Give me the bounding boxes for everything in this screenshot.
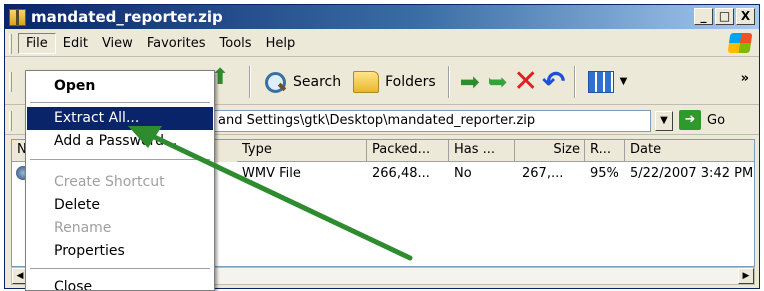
column-has-password[interactable]: Has ... xyxy=(449,140,515,162)
menu-separator xyxy=(30,159,210,160)
folders-button[interactable]: Folders xyxy=(347,65,442,99)
close-button[interactable]: X xyxy=(736,8,755,25)
move-to-icon[interactable]: ➡ xyxy=(456,68,484,96)
menu-tools[interactable]: Tools xyxy=(213,34,259,53)
folders-icon xyxy=(353,70,380,93)
cell-packed: 266,48... xyxy=(372,166,430,181)
go-button[interactable]: ➜ Go xyxy=(679,110,725,130)
undo-icon[interactable]: ↶ xyxy=(540,65,568,98)
search-label: Search xyxy=(293,73,342,90)
copy-to-icon[interactable]: ➥ xyxy=(484,68,512,96)
address-input[interactable]: and Settings\gtk\Desktop\mandated_report… xyxy=(213,110,651,132)
chevron-down-icon: ▼ xyxy=(619,76,628,87)
menu-item-open[interactable]: Open xyxy=(27,75,213,98)
views-icon xyxy=(587,70,614,93)
zip-folder-icon xyxy=(9,8,26,26)
minimize-button[interactable]: _ xyxy=(694,8,713,25)
cell-ratio: 95% xyxy=(590,166,619,181)
toolbar-overflow-button[interactable]: » xyxy=(741,71,749,86)
menu-item-add-password[interactable]: Add a Password... xyxy=(27,130,213,153)
toolbar-separator xyxy=(249,65,251,98)
menu-help[interactable]: Help xyxy=(259,34,303,53)
go-arrow-icon: ➜ xyxy=(679,110,701,130)
menu-item-close[interactable]: Close xyxy=(27,276,213,290)
views-button[interactable]: ▼ xyxy=(582,65,634,99)
menu-file[interactable]: File xyxy=(18,33,56,54)
window-controls: _ □ X xyxy=(694,8,755,25)
menu-edit[interactable]: Edit xyxy=(56,34,95,53)
window-title: mandated_reporter.zip xyxy=(31,8,223,26)
menu-item-create-shortcut: Create Shortcut xyxy=(54,174,165,190)
menu-item-rename: Rename xyxy=(54,220,112,236)
menu-item-properties[interactable]: Properties xyxy=(27,240,213,263)
menu-separator xyxy=(30,102,210,103)
folders-label: Folders xyxy=(385,73,436,90)
column-size[interactable]: Size xyxy=(515,140,585,162)
toolbar-separator xyxy=(573,65,576,98)
cell-has-password: No xyxy=(454,166,472,181)
column-date[interactable]: Date xyxy=(625,140,754,162)
menu-favorites[interactable]: Favorites xyxy=(140,34,213,53)
cell-date: 5/22/2007 3:42 PM xyxy=(630,166,754,181)
windows-logo-icon xyxy=(727,33,753,53)
go-label: Go xyxy=(707,112,726,128)
menu-grip[interactable] xyxy=(9,33,12,54)
menu-bar: File Edit View Favorites Tools Help xyxy=(5,31,759,57)
search-button[interactable]: Search xyxy=(257,65,347,99)
menu-item-extract-all[interactable]: Extract All... xyxy=(27,107,213,130)
address-grip[interactable] xyxy=(9,110,12,131)
search-icon xyxy=(263,70,287,94)
menu-item-delete[interactable]: Delete xyxy=(27,194,213,217)
maximize-button[interactable]: □ xyxy=(715,8,734,25)
file-menu-dropdown: Open Extract All... Add a Password... Cr… xyxy=(25,70,215,291)
toolbar-grip[interactable] xyxy=(9,71,12,92)
column-packed[interactable]: Packed... xyxy=(367,140,449,162)
scroll-right-arrow-icon[interactable]: ▶ xyxy=(738,268,754,284)
title-bar[interactable]: mandated_reporter.zip _ □ X xyxy=(5,5,759,29)
address-dropdown-button[interactable]: ▼ xyxy=(655,111,673,131)
delete-icon[interactable]: ✕ xyxy=(512,64,540,99)
menu-separator xyxy=(30,268,210,269)
column-type[interactable]: Type xyxy=(237,140,367,162)
cell-type: WMV File xyxy=(242,166,301,181)
toolbar-separator xyxy=(447,65,450,98)
menu-view[interactable]: View xyxy=(95,34,140,53)
cell-size: 267,... xyxy=(522,166,564,181)
column-ratio[interactable]: R... xyxy=(585,140,625,162)
